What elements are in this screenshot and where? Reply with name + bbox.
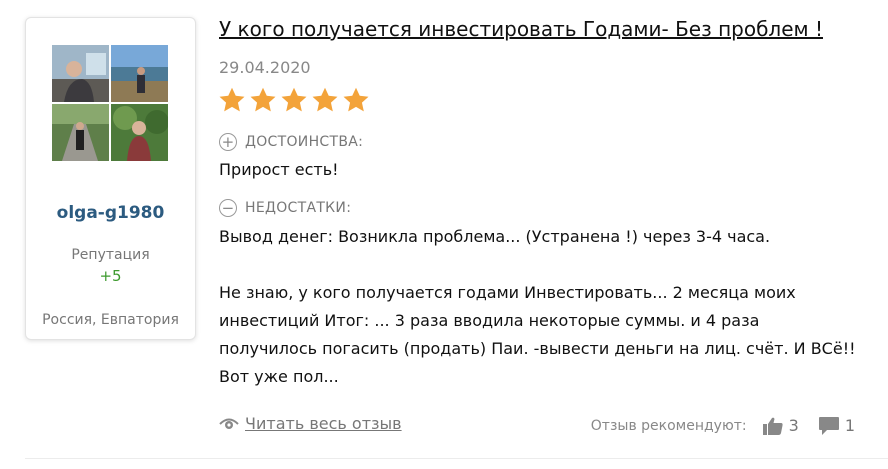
likes-count: 3 xyxy=(788,416,799,435)
cons-text: Вывод денег: Возникла проблема... (Устра… xyxy=(219,227,771,246)
review-stats: Отзыв рекомендуют: 3 1 xyxy=(591,416,855,435)
review-date: 29.04.2020 xyxy=(219,58,311,77)
divider xyxy=(25,458,888,459)
rating-stars xyxy=(218,86,370,114)
reputation-value: +5 xyxy=(99,267,122,285)
eye-icon xyxy=(219,418,239,429)
comments-count: 1 xyxy=(844,416,855,435)
like-button[interactable]: 3 xyxy=(762,416,799,435)
cons-heading-label: НЕДОСТАТКИ: xyxy=(245,200,352,216)
author-avatar-collage[interactable] xyxy=(52,45,168,161)
comment-icon xyxy=(818,416,839,435)
review-body-excerpt: Не знаю, у кого получается годами Инвест… xyxy=(219,283,856,386)
author-username-link[interactable]: olga-g1980 xyxy=(26,203,195,223)
read-full-review-link[interactable]: Читать весь отзыв xyxy=(219,414,402,433)
recommend-label: Отзыв рекомендуют: xyxy=(590,417,747,434)
avatar-photo-1 xyxy=(52,45,109,102)
reputation-label: Репутация xyxy=(71,247,150,263)
comments-button[interactable]: 1 xyxy=(818,416,855,435)
review-title-link[interactable]: У кого получается инвестировать Годами- … xyxy=(219,17,823,41)
star-icon xyxy=(281,87,307,112)
pros-text: Прирост есть! xyxy=(219,160,339,179)
author-location: Россия, Евпатория xyxy=(42,312,179,328)
star-icon xyxy=(312,87,338,112)
pros-heading: + ДОСТОИНСТВА: xyxy=(219,133,363,151)
thumbs-up-icon xyxy=(762,417,783,435)
pros-heading-label: ДОСТОИНСТВА: xyxy=(245,134,364,150)
avatar-photo-4 xyxy=(111,104,168,161)
star-icon xyxy=(250,87,276,112)
star-icon xyxy=(343,87,369,112)
author-card: olga-g1980 Репутация +5 Россия, Евпатори… xyxy=(25,17,196,340)
read-full-review-label: Читать весь отзыв xyxy=(245,414,402,433)
avatar-photo-2 xyxy=(111,45,168,102)
plus-circle-icon: + xyxy=(219,133,237,151)
minus-circle-icon: − xyxy=(219,199,237,217)
avatar-photo-3 xyxy=(52,104,109,161)
star-icon xyxy=(219,87,245,112)
cons-heading: − НЕДОСТАТКИ: xyxy=(219,199,351,217)
